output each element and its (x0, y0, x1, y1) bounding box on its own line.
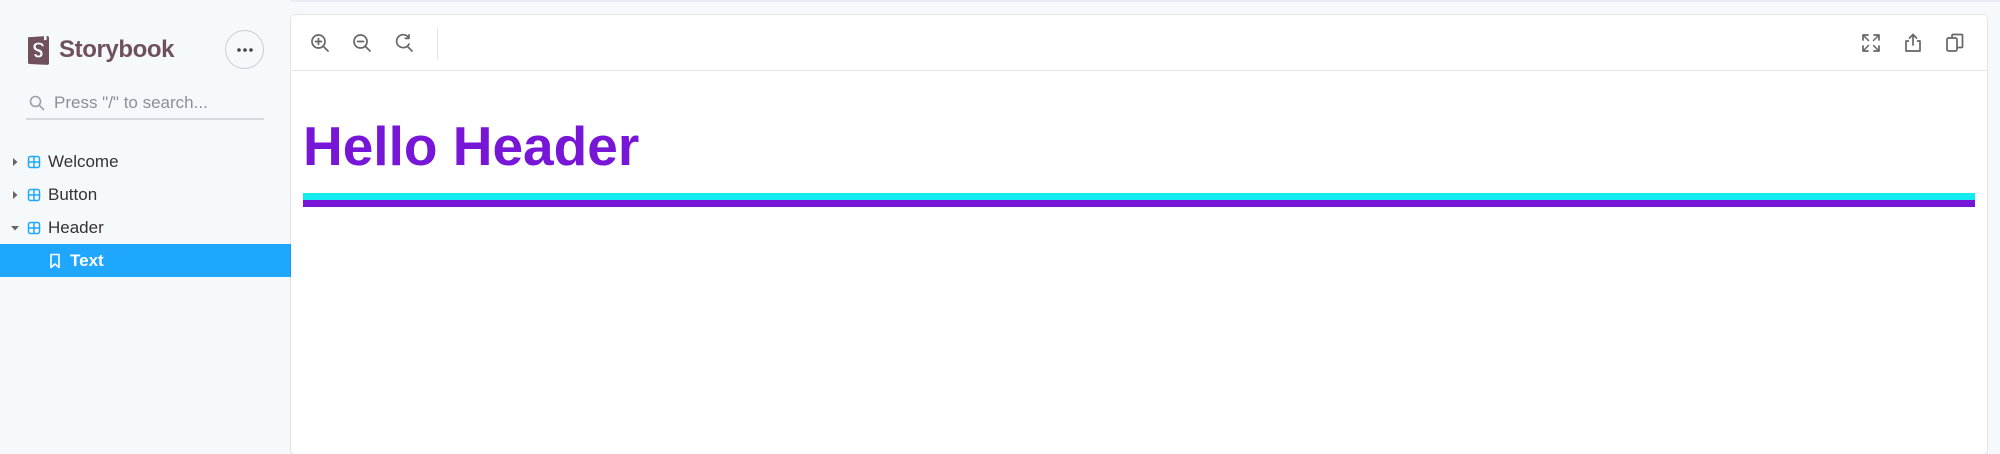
search-input[interactable] (54, 93, 254, 113)
component-icon (27, 155, 41, 168)
ellipsis-icon (236, 47, 253, 52)
copy-icon (1946, 33, 1964, 52)
sidebar-item-label: Text (70, 250, 104, 270)
brand-name: Storybook (59, 36, 175, 63)
sidebar-item-label: Button (48, 184, 98, 204)
search-box (26, 88, 264, 120)
caret-right-icon (8, 188, 22, 202)
sidebar-item-button[interactable]: Button (0, 178, 291, 211)
more-options-button[interactable] (225, 30, 264, 69)
storybook-app: Storybook Press "/" to search... Welcome… (0, 0, 2000, 454)
top-border (0, 0, 2000, 2)
story-canvas: Hello Header (291, 71, 1987, 454)
component-icon (27, 188, 41, 201)
header-heading: Hello Header (303, 115, 640, 177)
zoom-in-button[interactable] (306, 29, 334, 57)
zoom-in-icon (311, 34, 329, 52)
sidebar-item-label: Welcome (48, 151, 119, 171)
preview-panel: Hello Header (291, 15, 1987, 454)
fullscreen-button[interactable] (1857, 29, 1885, 57)
toolbar (291, 15, 1987, 71)
share-icon (1905, 33, 1921, 52)
sidebar-item-welcome[interactable]: Welcome (0, 145, 291, 178)
brand[interactable]: Storybook (26, 34, 174, 66)
sidebar: Storybook Press "/" to search... Welcome… (0, 0, 291, 454)
bookmark-icon (50, 253, 60, 268)
header-accent-purple (303, 200, 1975, 207)
story-tree: Welcome Button Header Text (0, 145, 291, 277)
sidebar-item-text[interactable]: Text (0, 244, 291, 277)
zoom-out-icon (353, 34, 371, 52)
toolbar-divider (437, 27, 438, 59)
sidebar-item-label: Header (48, 217, 104, 237)
share-button[interactable] (1899, 29, 1927, 57)
search-icon (29, 95, 45, 111)
zoom-out-button[interactable] (348, 29, 376, 57)
zoom-reset-icon (395, 33, 413, 52)
fullscreen-icon (1862, 34, 1880, 52)
sidebar-item-header[interactable]: Header (0, 211, 291, 244)
component-icon (27, 221, 41, 234)
caret-right-icon (8, 155, 22, 169)
storybook-logo-icon (28, 35, 49, 65)
zoom-reset-button[interactable] (390, 29, 418, 57)
caret-down-icon (8, 221, 22, 235)
copy-link-button[interactable] (1941, 29, 1969, 57)
